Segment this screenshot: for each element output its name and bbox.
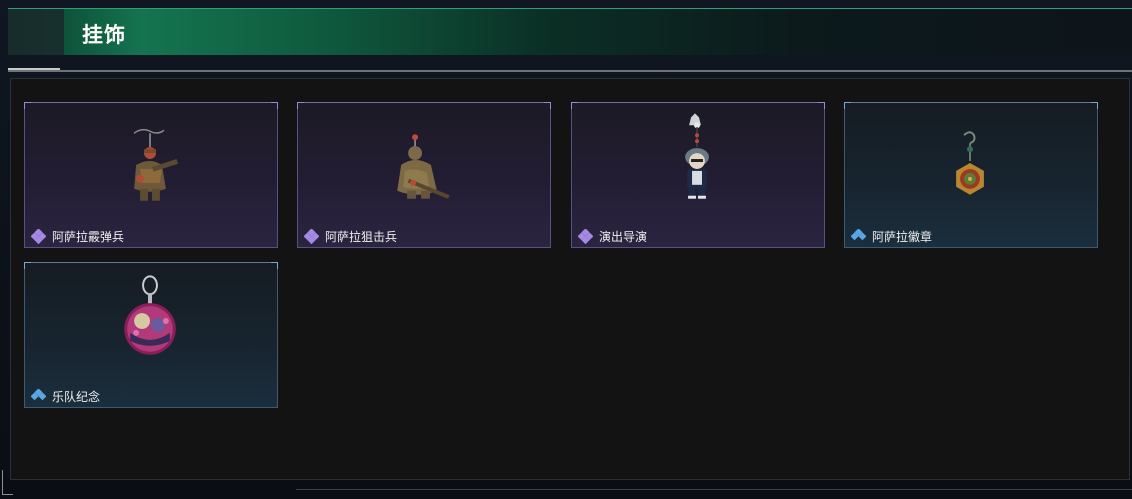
rarity-purple-icon <box>578 228 593 244</box>
sniper-charm-icon <box>397 134 450 199</box>
director-charm-icon <box>685 113 709 199</box>
soldier-charm-icon <box>133 128 179 201</box>
item-name: 阿萨拉狙击兵 <box>325 229 398 244</box>
item-name: 演出导演 <box>599 229 648 244</box>
item-name: 阿萨拉霰弹兵 <box>52 229 125 244</box>
rarity-blue-icon <box>31 388 46 400</box>
item-card-1[interactable]: 阿萨拉霰弹兵 <box>24 102 278 248</box>
item-card-2[interactable]: 阿萨拉狙击兵 <box>297 102 551 248</box>
band-pin-charm-icon <box>124 275 176 355</box>
charm-screen: 挂饰 阿萨拉霰弹兵 阿萨拉狙击兵 演出导演 阿萨拉徽章 乐队纪念 <box>0 0 1132 499</box>
page-title: 挂饰 <box>82 23 126 47</box>
item-card-3[interactable]: 演出导演 <box>571 102 825 248</box>
item-label: 阿萨拉狙击兵 <box>304 228 397 244</box>
bottom-divider <box>296 489 1132 490</box>
item-label: 阿萨拉徽章 <box>851 228 932 244</box>
header-tab-block <box>8 9 64 55</box>
item-name: 乐队纪念 <box>52 389 101 404</box>
header-bar: 挂饰 <box>8 8 1132 55</box>
rarity-purple-icon <box>304 228 319 244</box>
item-card-4[interactable]: 阿萨拉徽章 <box>844 102 1098 248</box>
item-name: 阿萨拉徽章 <box>872 229 933 244</box>
rarity-purple-icon <box>31 228 46 244</box>
item-label: 演出导演 <box>578 228 647 244</box>
item-label: 乐队纪念 <box>31 388 100 404</box>
item-label: 阿萨拉霰弹兵 <box>31 228 124 244</box>
header-divider <box>8 70 1132 72</box>
panel-corner-bracket <box>2 470 13 495</box>
badge-charm-icon <box>956 131 984 195</box>
rarity-blue-icon <box>851 228 866 240</box>
item-card-5[interactable]: 乐队纪念 <box>24 262 278 408</box>
